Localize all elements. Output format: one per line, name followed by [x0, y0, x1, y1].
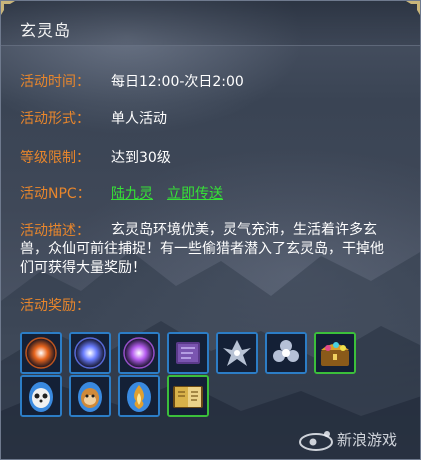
reward-slot[interactable]: [216, 332, 258, 374]
activity-time-value: 每日12:00-次日2:00: [111, 74, 244, 90]
reward-slot[interactable]: [20, 375, 62, 417]
purple-orb-icon: [120, 334, 158, 372]
silver-blossom-icon: [267, 334, 305, 372]
reward-slot[interactable]: [69, 332, 111, 374]
panel-title: 玄灵岛: [20, 21, 72, 40]
reward-slot[interactable]: [265, 332, 307, 374]
reward-slot[interactable]: [118, 332, 160, 374]
teleport-link[interactable]: 立即传送: [167, 184, 223, 204]
panda-egg-icon: [22, 377, 60, 415]
blue-orb-icon: [71, 334, 109, 372]
reward-slot[interactable]: [69, 375, 111, 417]
level-limit-label: 等级限制：: [20, 150, 90, 166]
golden-book-icon: [169, 377, 207, 415]
sina-logo-icon: [299, 431, 333, 451]
fire-orb-icon: [22, 334, 60, 372]
purple-book-icon: [169, 334, 207, 372]
title-bar: 玄灵岛: [1, 1, 420, 46]
reward-slot[interactable]: [314, 332, 356, 374]
corner-ornament-icon: [406, 1, 420, 15]
activity-time-label: 活动时间：: [20, 74, 90, 90]
reward-slot[interactable]: [20, 332, 62, 374]
npc-name-link[interactable]: 陆九灵: [111, 184, 153, 204]
activity-form-value: 单人活动: [111, 111, 167, 127]
reward-slot[interactable]: [167, 375, 209, 417]
reward-slot[interactable]: [118, 375, 160, 417]
activity-description-text: 玄灵岛环境优美，灵气充沛，生活着许多玄兽，众仙可前往捕捉！有一些偷猎者潜入了玄灵…: [20, 222, 384, 276]
activity-form-label: 活动形式：: [20, 111, 90, 127]
treasure-chest-icon: [316, 334, 354, 372]
activity-npc-label: 活动NPC：: [20, 186, 91, 202]
silver-fairy-icon: [218, 334, 256, 372]
sina-watermark: 新浪游戏: [297, 428, 415, 452]
watermark-text: 新浪游戏: [337, 431, 398, 449]
reward-slot[interactable]: [167, 332, 209, 374]
activity-panel: 玄灵岛 活动时间： 每日12:00-次日2:00 活动形式： 单人活动 等级限制…: [0, 0, 421, 460]
level-limit-value: 达到30级: [111, 150, 171, 166]
flame-egg-icon: [120, 377, 158, 415]
corner-ornament-icon: [1, 1, 15, 15]
activity-reward-label: 活动奖励：: [20, 298, 90, 314]
monkey-egg-icon: [71, 377, 109, 415]
